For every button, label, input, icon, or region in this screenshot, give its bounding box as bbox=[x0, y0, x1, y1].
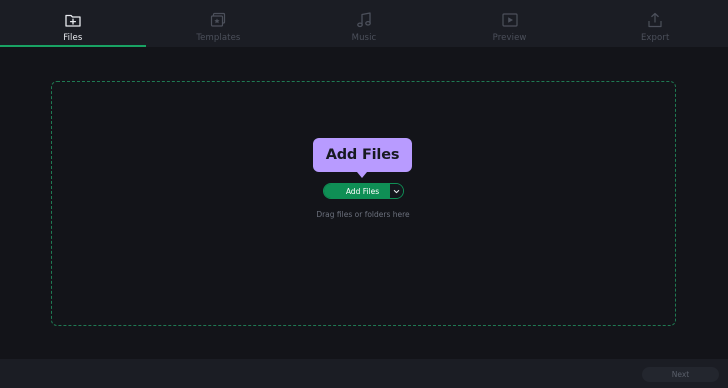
tab-preview[interactable]: Preview bbox=[437, 0, 583, 47]
add-files-dropdown-button[interactable] bbox=[389, 184, 403, 198]
file-drop-zone[interactable] bbox=[51, 81, 676, 326]
tab-preview-label: Preview bbox=[492, 33, 527, 43]
step-tab-bar: Files Templates Music Preview Export bbox=[0, 0, 728, 47]
drop-hint-text: Drag files or folders here bbox=[316, 210, 410, 219]
tab-export-label: Export bbox=[640, 33, 670, 43]
chevron-down-icon bbox=[393, 189, 400, 193]
music-note-icon bbox=[357, 12, 371, 28]
tab-export[interactable]: Export bbox=[582, 0, 728, 47]
app-window: Files Templates Music Preview Export Add… bbox=[0, 0, 728, 388]
add-files-split-button: Add Files bbox=[323, 183, 404, 199]
add-files-tooltip: Add Files bbox=[313, 138, 412, 178]
folder-add-icon bbox=[65, 14, 81, 27]
add-files-button[interactable]: Add Files bbox=[324, 184, 389, 198]
tab-music-label: Music bbox=[351, 33, 377, 43]
play-preview-icon bbox=[501, 13, 518, 27]
bottom-bar: Next bbox=[0, 359, 728, 388]
tab-templates-label: Templates bbox=[196, 33, 241, 43]
tab-templates[interactable]: Templates bbox=[146, 0, 292, 47]
templates-icon bbox=[211, 12, 226, 27]
tab-files-label: Files bbox=[63, 33, 83, 43]
tab-music[interactable]: Music bbox=[291, 0, 437, 47]
tab-files[interactable]: Files bbox=[0, 0, 146, 47]
tooltip-text: Add Files bbox=[325, 147, 400, 163]
next-button[interactable]: Next bbox=[642, 367, 719, 382]
export-upload-icon bbox=[648, 12, 662, 28]
